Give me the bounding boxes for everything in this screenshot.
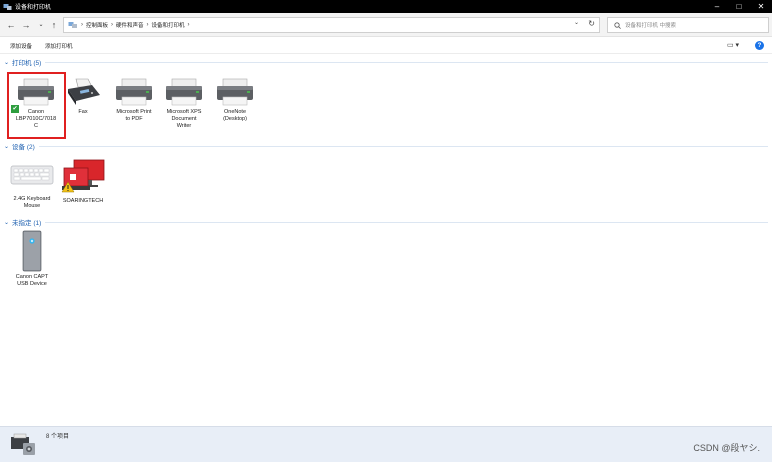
breadcrumb-devices-printers[interactable]: 设备和打印机 <box>152 21 185 29</box>
group-header-printers[interactable]: ⌄ 打印机 (5) <box>4 57 768 67</box>
computer-icon <box>61 159 105 193</box>
item-label: OneNote (Desktop) <box>223 109 247 122</box>
item-label: 2.4G Keyboard Mouse <box>13 196 51 209</box>
selection-highlight-box <box>7 72 66 139</box>
device-item-keyboard-mouse[interactable]: 2.4G Keyboard Mouse <box>7 160 57 210</box>
arrow-up-icon: ↑ <box>51 19 57 30</box>
breadcrumb-separator: › <box>146 22 149 28</box>
devices-printers-status-icon <box>11 433 35 455</box>
window-title: 设备和打印机 <box>15 5 52 11</box>
close-button[interactable]: ✕ <box>750 0 772 13</box>
arrow-right-icon: → <box>21 19 31 30</box>
control-panel-icon <box>68 22 77 28</box>
item-label: SOARINGTECH <box>62 198 104 204</box>
recent-locations-button[interactable]: ⌄ <box>35 18 47 31</box>
minimize-button[interactable]: – <box>706 0 728 13</box>
tower-icon <box>22 230 42 272</box>
address-row: ← → ⌄ ↑ › 控制面板 › 硬件和声音 › 设备和打印机 › ⌄ ↻ 设备… <box>0 13 772 37</box>
group-name: 设备 (2) <box>12 144 35 151</box>
back-button[interactable]: ← <box>5 18 17 31</box>
search-placeholder: 设备和打印机 中搜索 <box>625 23 677 29</box>
group-divider <box>45 221 768 223</box>
watermark: CSDN @段ヤシ. <box>693 443 760 453</box>
add-device-button[interactable]: 添加设备 <box>10 42 32 50</box>
group-divider <box>38 145 768 147</box>
device-item-canon-capt-usb[interactable]: Canon CAPT USB Device <box>7 230 57 288</box>
up-button[interactable]: ↑ <box>48 18 60 31</box>
breadcrumb-control-panel[interactable]: 控制面板 <box>86 21 108 29</box>
chevron-down-icon: ⌄ <box>4 59 10 66</box>
group-divider <box>45 61 768 63</box>
breadcrumb-separator: › <box>111 22 114 28</box>
printer-icon <box>166 78 202 106</box>
keyboard-icon <box>10 165 54 185</box>
item-count: 8 个项目 <box>46 434 70 440</box>
search-icon <box>614 21 621 29</box>
group-header-devices[interactable]: ⌄ 设备 (2) <box>4 141 768 151</box>
breadcrumb-separator: › <box>187 22 190 28</box>
chevron-down-icon: ⌄ <box>4 143 10 150</box>
item-label: Canon CAPT USB Device <box>15 274 49 287</box>
printer-icon <box>217 78 253 106</box>
add-printer-button[interactable]: 添加打印机 <box>45 42 73 50</box>
status-bar: 8 个项目 CSDN @段ヤシ. <box>0 426 772 462</box>
item-label: Microsoft Print to PDF <box>116 109 152 122</box>
printer-item-microsoft-print-to-pdf[interactable]: Microsoft Print to PDF <box>109 77 159 123</box>
refresh-button[interactable]: ↻ <box>588 19 595 28</box>
printer-item-onenote[interactable]: OneNote (Desktop) <box>210 77 260 123</box>
breadcrumb-separator: › <box>81 22 83 28</box>
address-bar[interactable]: › 控制面板 › 硬件和声音 › 设备和打印机 › ⌄ ↻ <box>63 17 600 33</box>
address-dropdown-button[interactable]: ⌄ <box>574 19 579 26</box>
forward-button[interactable]: → <box>20 18 32 31</box>
devices-printers-icon <box>3 3 12 10</box>
command-bar: 添加设备 添加打印机 ▭ ▾ ? <box>0 37 772 54</box>
printer-icon <box>116 78 152 106</box>
group-name: 未指定 (1) <box>12 220 42 227</box>
arrow-left-icon: ← <box>6 19 16 30</box>
printer-item-microsoft-xps-document-writer[interactable]: Microsoft XPS Document Writer <box>159 77 209 130</box>
maximize-button[interactable]: □ <box>728 0 750 13</box>
title-bar: 设备和打印机 – □ ✕ <box>0 0 772 13</box>
group-name: 打印机 (5) <box>12 60 42 67</box>
device-item-soaringtech[interactable]: SOARINGTECH <box>58 158 108 205</box>
help-button[interactable]: ? <box>755 41 764 50</box>
group-header-unspecified[interactable]: ⌄ 未指定 (1) <box>4 217 768 227</box>
fax-icon <box>68 78 100 105</box>
chevron-down-icon: ⌄ <box>38 22 44 28</box>
item-label: Microsoft XPS Document Writer <box>166 109 202 129</box>
search-input[interactable]: 设备和打印机 中搜索 <box>607 17 769 33</box>
chevron-down-icon: ⌄ <box>4 219 10 226</box>
breadcrumb-hardware-sound[interactable]: 硬件和声音 <box>116 21 144 29</box>
change-view-button[interactable]: ▭ ▾ <box>727 41 739 49</box>
